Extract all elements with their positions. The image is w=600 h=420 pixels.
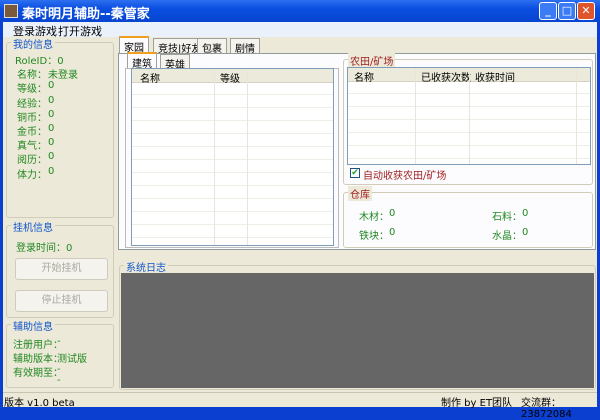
assist-info-title: 辅助信息 [11, 318, 55, 333]
farm-list[interactable]: 名称 已收获次数 收获时间 [347, 67, 591, 165]
info-label: 体力： [17, 169, 47, 181]
idle-info-group: 挂机信息 登录时间：0 开始挂机 停止挂机 [6, 219, 114, 318]
expire-value: - [57, 364, 61, 375]
user-value: - [57, 336, 61, 347]
info-label: 名称： [17, 70, 47, 82]
menu-open-game[interactable]: 打开游戏 [58, 23, 102, 39]
subtab-buildings[interactable]: 建筑 [127, 52, 157, 70]
auto-harvest-checkbox[interactable]: ✔ [350, 168, 360, 178]
col-harvest-time[interactable]: 收获时间 [475, 69, 515, 84]
app-icon [4, 4, 18, 18]
status-version: 版本 v1.0 beta [4, 398, 75, 409]
iron-label: 铁块： [359, 231, 389, 242]
user-label: 注册用户： [13, 340, 63, 351]
system-log-title: 系统日志 [124, 259, 168, 274]
info-value: 0 [48, 123, 55, 134]
window-title: 秦时明月辅助--秦管家 [22, 7, 150, 22]
stone-label: 石料： [492, 212, 522, 223]
crystal-label: 水晶： [492, 231, 522, 242]
info-value: 0 [48, 94, 55, 106]
building-list[interactable]: 名称 等级 [131, 68, 334, 246]
wood-label: 木材： [359, 212, 389, 223]
crystal-value: 0 [522, 227, 529, 238]
minimize-button[interactable]: _ [539, 2, 557, 20]
version-value: 测试版 [57, 354, 87, 365]
status-author: 制作 by ET团队 [441, 398, 513, 409]
assist-info-group: 辅助信息 注册用户： - 辅助版本： 测试版 有效期至： - - [6, 318, 114, 388]
auto-harvest-label[interactable]: 自动收获农田/矿场 [363, 167, 446, 182]
info-value: 0 [48, 108, 55, 120]
maximize-button[interactable]: □ [558, 2, 576, 20]
info-label: 金币： [17, 127, 47, 138]
menu-bar: 登录游戏 打开游戏 [3, 22, 597, 39]
info-value: 0 [48, 137, 55, 149]
stop-idle-button[interactable]: 停止挂机 [15, 290, 108, 312]
title-bar: 秦时明月辅助--秦管家 _ □ ✕ [0, 0, 600, 22]
col-level[interactable]: 等级 [220, 70, 240, 85]
expire-label: 有效期至： [13, 368, 63, 379]
system-log-area[interactable] [121, 273, 594, 388]
tab-home[interactable]: 家园 [119, 36, 149, 54]
info-label: 铜币： [17, 112, 47, 124]
info-value: 未登录 [48, 70, 78, 82]
farm-title: 农田/矿场 [348, 53, 396, 68]
iron-value: 0 [389, 227, 396, 238]
status-group: 交流群：23872084 [521, 398, 572, 420]
status-bar: 版本 v1.0 beta 制作 by ET团队 交流群：23872084 [3, 392, 597, 420]
info-value: 0 [48, 80, 55, 92]
tab-bag[interactable]: 包裹 [197, 38, 227, 55]
wood-value: 0 [389, 208, 396, 219]
my-info-group: 我的信息 RoleID：0 名称： 未登录 等级： 0 经验： 0 铜币： 0 金币： 0 真气： 0… [6, 36, 114, 218]
idle-info-title: 挂机信息 [11, 219, 55, 234]
info-label: 真气： [17, 141, 47, 153]
info-label: 阅历： [17, 155, 47, 167]
info-value: 0 [48, 151, 55, 163]
col-name[interactable]: 名称 [140, 70, 160, 85]
expire-value-2: - [57, 375, 61, 386]
main-window: 登录游戏 打开游戏 我的信息 RoleID：0 名称： 未登录 等级： 0 经验： 0 铜币… [3, 22, 597, 420]
role-id: RoleID：0 [15, 56, 64, 67]
info-label: 等级： [17, 84, 47, 96]
info-value: 0 [48, 165, 55, 177]
my-info-title: 我的信息 [11, 36, 55, 51]
warehouse-title: 仓库 [348, 186, 372, 201]
col-harvest-count[interactable]: 已收获次数 [421, 69, 471, 84]
start-idle-button[interactable]: 开始挂机 [15, 258, 108, 280]
info-label: 经验： [17, 98, 47, 110]
version-label: 辅助版本： [13, 354, 63, 365]
col-farm-name[interactable]: 名称 [354, 69, 374, 84]
login-time: 登录时间：0 [16, 243, 73, 254]
warehouse-group: 仓库 木材： 0 石料： 0 铁块： 0 水晶： 0 [343, 186, 593, 248]
subtab-heroes[interactable]: 英雄 [160, 54, 190, 71]
close-button[interactable]: ✕ [577, 2, 595, 20]
stone-value: 0 [522, 208, 529, 219]
tab-story[interactable]: 剧情 [230, 38, 260, 55]
